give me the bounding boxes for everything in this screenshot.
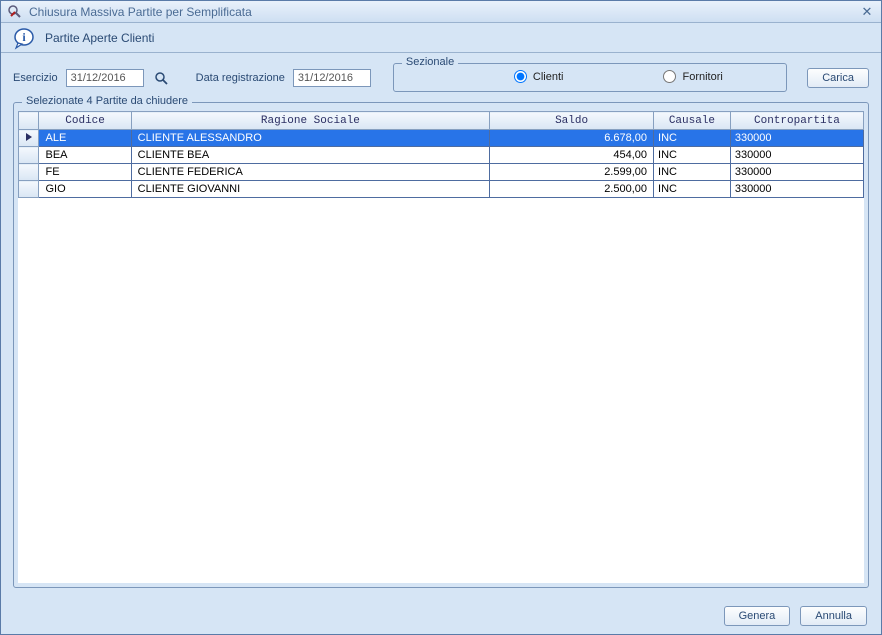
table-container: Selezionate 4 Partite da chiudere Codice… bbox=[13, 102, 869, 588]
sezionale-legend: Sezionale bbox=[402, 56, 458, 68]
data-grid[interactable]: Codice Ragione Sociale Saldo Causale Con… bbox=[18, 111, 864, 583]
cell-contro: 330000 bbox=[730, 130, 863, 147]
row-marker bbox=[19, 147, 39, 164]
window-title: Chiusura Massiva Partite per Semplificat… bbox=[29, 5, 252, 19]
radio-fornitori[interactable]: Fornitori bbox=[663, 70, 722, 83]
sezionale-group: Sezionale Clienti Fornitori bbox=[393, 63, 787, 92]
table-row[interactable]: FECLIENTE FEDERICA2.599,00INC330000 bbox=[19, 164, 864, 181]
cell-saldo: 2.500,00 bbox=[490, 181, 654, 198]
cell-codice: ALE bbox=[39, 130, 131, 147]
partite-table: Codice Ragione Sociale Saldo Causale Con… bbox=[18, 111, 864, 198]
titlebar: Chiusura Massiva Partite per Semplificat… bbox=[1, 1, 881, 23]
row-marker bbox=[19, 181, 39, 198]
search-icon[interactable] bbox=[152, 69, 170, 87]
toolbar: Esercizio Data registrazione Sezionale C… bbox=[1, 53, 881, 98]
cell-ragione: CLIENTE GIOVANNI bbox=[131, 181, 489, 198]
col-header-codice[interactable]: Codice bbox=[39, 112, 131, 130]
row-marker bbox=[19, 164, 39, 181]
cell-causale: INC bbox=[654, 147, 731, 164]
col-header-saldo[interactable]: Saldo bbox=[490, 112, 654, 130]
subheader: i Partite Aperte Clienti bbox=[1, 23, 881, 53]
cell-codice: FE bbox=[39, 164, 131, 181]
cell-causale: INC bbox=[654, 130, 731, 147]
cell-causale: INC bbox=[654, 164, 731, 181]
table-row[interactable]: BEACLIENTE BEA454,00INC330000 bbox=[19, 147, 864, 164]
cell-ragione: CLIENTE BEA bbox=[131, 147, 489, 164]
radio-clienti[interactable]: Clienti bbox=[514, 70, 564, 83]
table-row[interactable]: GIOCLIENTE GIOVANNI2.500,00INC330000 bbox=[19, 181, 864, 198]
carica-button[interactable]: Carica bbox=[807, 68, 869, 88]
radio-clienti-label: Clienti bbox=[533, 71, 564, 83]
cell-causale: INC bbox=[654, 181, 731, 198]
page-subtitle: Partite Aperte Clienti bbox=[45, 31, 154, 45]
table-legend: Selezionate 4 Partite da chiudere bbox=[22, 95, 192, 107]
radio-clienti-input[interactable] bbox=[514, 70, 527, 83]
radio-fornitori-input[interactable] bbox=[663, 70, 676, 83]
close-icon[interactable]: ✕ bbox=[859, 4, 875, 20]
cell-codice: BEA bbox=[39, 147, 131, 164]
cell-contro: 330000 bbox=[730, 164, 863, 181]
cell-saldo: 2.599,00 bbox=[490, 164, 654, 181]
footer-buttons: Genera Annulla bbox=[724, 606, 867, 626]
esercizio-input[interactable] bbox=[66, 69, 144, 87]
cell-ragione: CLIENTE FEDERICA bbox=[131, 164, 489, 181]
info-icon: i bbox=[11, 25, 37, 51]
data-reg-input[interactable] bbox=[293, 69, 371, 87]
cell-saldo: 454,00 bbox=[490, 147, 654, 164]
window-root: { "window": { "title": "Chiusura Massiva… bbox=[0, 0, 882, 635]
annulla-button[interactable]: Annulla bbox=[800, 606, 867, 626]
col-header-contro[interactable]: Contropartita bbox=[730, 112, 863, 130]
cell-contro: 330000 bbox=[730, 181, 863, 198]
cell-ragione: CLIENTE ALESSANDRO bbox=[131, 130, 489, 147]
col-header-marker[interactable] bbox=[19, 112, 39, 130]
cell-contro: 330000 bbox=[730, 147, 863, 164]
col-header-causale[interactable]: Causale bbox=[654, 112, 731, 130]
row-marker bbox=[19, 130, 39, 147]
cell-saldo: 6.678,00 bbox=[490, 130, 654, 147]
table-row[interactable]: ALECLIENTE ALESSANDRO6.678,00INC330000 bbox=[19, 130, 864, 147]
app-icon bbox=[7, 4, 23, 20]
esercizio-label: Esercizio bbox=[13, 72, 58, 84]
col-header-ragione[interactable]: Ragione Sociale bbox=[131, 112, 489, 130]
cell-codice: GIO bbox=[39, 181, 131, 198]
data-reg-label: Data registrazione bbox=[196, 72, 285, 84]
genera-button[interactable]: Genera bbox=[724, 606, 791, 626]
radio-fornitori-label: Fornitori bbox=[682, 71, 722, 83]
table-header-row: Codice Ragione Sociale Saldo Causale Con… bbox=[19, 112, 864, 130]
